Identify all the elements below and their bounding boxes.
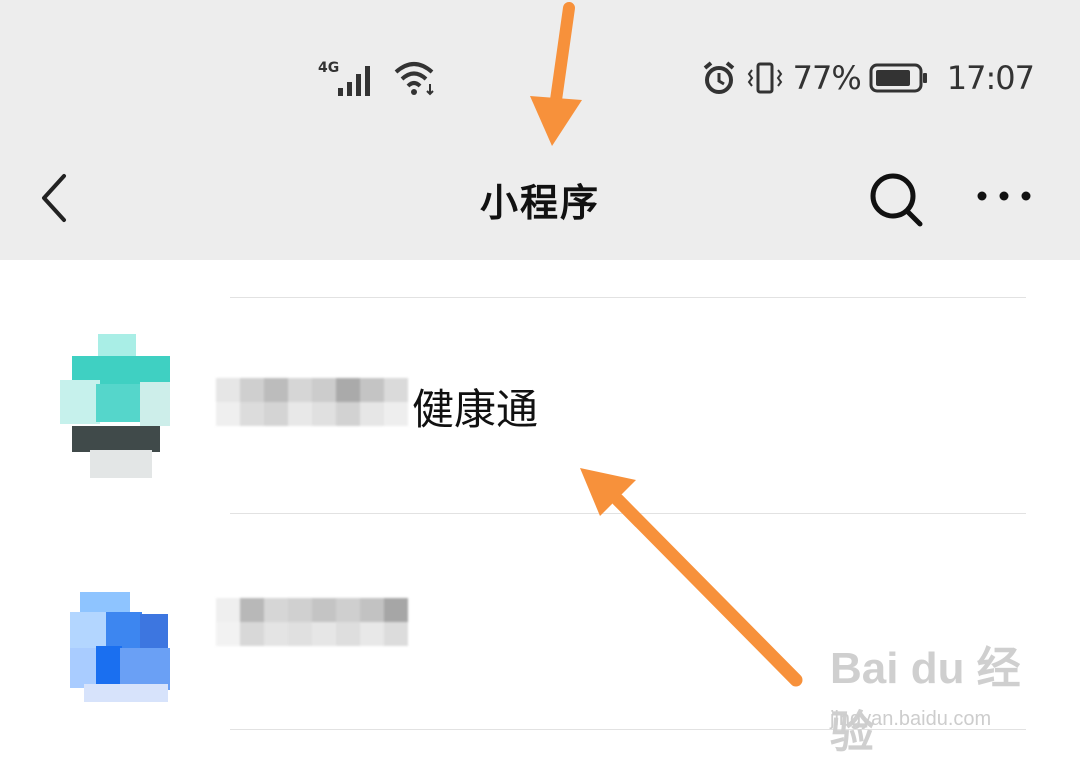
network-indicators: 4G [318, 58, 438, 98]
list-item[interactable]: 健康通 [0, 298, 1080, 512]
mini-program-icon [60, 334, 170, 478]
alarm-icon [703, 61, 734, 94]
mini-program-icon [70, 592, 170, 702]
obscured-name-mosaic [216, 378, 408, 438]
more-icon[interactable] [974, 180, 1034, 220]
status-time: 17:07 [946, 59, 1035, 97]
battery-icon [869, 63, 927, 93]
nav-header: 小程序 [0, 140, 1080, 260]
network-type-label: 4G [318, 60, 340, 76]
wifi-icon [394, 62, 434, 96]
battery-percentage: 77% [792, 59, 862, 97]
signal-icon [338, 66, 370, 96]
vibrate-icon [747, 62, 782, 94]
mini-program-name: 健康通 [412, 385, 539, 434]
search-icon[interactable] [866, 170, 926, 230]
system-indicators: 77% 17:07 [701, 58, 1035, 98]
status-bar: 4G 77% 17:07 [0, 0, 1080, 140]
obscured-name-mosaic [216, 598, 408, 658]
baidu-watermark: Bai du 经验 jingyan.baidu.com [830, 632, 1040, 757]
watermark-url: jingyan.baidu.com [830, 708, 992, 730]
watermark-brand: Bai du 经验 [830, 644, 1021, 757]
